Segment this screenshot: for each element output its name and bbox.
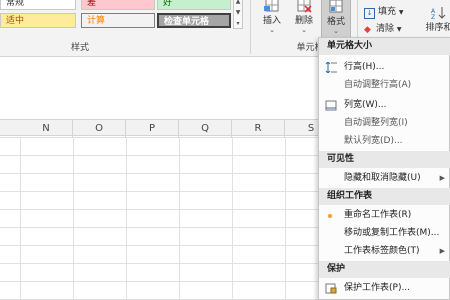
styles-gallery-scroll[interactable]: ▲ ▼ ▾ bbox=[233, 0, 243, 29]
menu-item-label: 移动或复制工作表(M)... bbox=[344, 228, 440, 238]
cell-style-calculation[interactable]: 计算 bbox=[81, 13, 155, 28]
row-height-icon bbox=[325, 62, 337, 73]
menu-section-visibility: 可见性 bbox=[319, 151, 450, 168]
menu-item-label: 工作表标签颜色(T) bbox=[344, 246, 420, 256]
menu-item-row-height[interactable]: 行高(H)... bbox=[319, 59, 450, 76]
cell-style-good[interactable]: 好 bbox=[157, 0, 231, 10]
menu-item-label: 自动调整列宽(I) bbox=[344, 118, 408, 128]
cell-style-neutral[interactable]: 适中 bbox=[0, 13, 76, 28]
clear-label: 清除 bbox=[376, 24, 395, 34]
protect-sheet-icon bbox=[325, 283, 337, 294]
format-dropdown-menu: 单元格大小 行高(H)... 自动调整行高(A) 列宽(W)... 自动调整列宽… bbox=[318, 37, 450, 300]
column-header-r[interactable]: R bbox=[232, 120, 285, 137]
insert-label: 插入 bbox=[262, 16, 281, 26]
menu-section-protection: 保护 bbox=[319, 261, 450, 278]
clear-button[interactable]: ◆ 清除 ▼ bbox=[364, 21, 414, 35]
menu-item-label: 隐藏和取消隐藏(U) bbox=[344, 173, 421, 183]
insert-cells-icon bbox=[264, 0, 279, 12]
delete-cells-icon bbox=[297, 0, 312, 13]
menu-item-rename-sheet[interactable]: 重命名工作表(R) bbox=[319, 207, 450, 224]
column-header-n[interactable]: N bbox=[20, 120, 73, 137]
styles-group-label: 样式 bbox=[70, 43, 89, 53]
menu-item-label: 保护工作表(P)... bbox=[344, 283, 411, 293]
insert-button[interactable]: 插入 ⌄ bbox=[258, 0, 286, 43]
submenu-arrow-icon: ▶ bbox=[439, 174, 445, 182]
chevron-down-icon: ⌄ bbox=[301, 26, 307, 34]
fill-button[interactable]: ↓ 填充 ▼ bbox=[364, 4, 414, 19]
column-width-icon bbox=[325, 100, 337, 111]
menu-item-label: 行高(H)... bbox=[344, 62, 385, 72]
sort-filter-button[interactable]: A Z 排序和 bbox=[424, 6, 450, 36]
fill-down-icon: ↓ bbox=[364, 8, 375, 19]
cell-style-check-cell[interactable]: 检查单元格 bbox=[157, 13, 231, 28]
format-cells-icon bbox=[329, 0, 343, 13]
fill-label: 填充 bbox=[378, 7, 397, 17]
cell-style-normal[interactable]: 常规 bbox=[0, 0, 76, 10]
chevron-down-icon: ▼ bbox=[396, 26, 402, 33]
menu-section-cell-size: 单元格大小 bbox=[319, 38, 450, 55]
menu-item-label: 自动调整行高(A) bbox=[344, 80, 412, 90]
more-styles-icon[interactable]: ▾ bbox=[234, 18, 242, 29]
menu-item-column-width[interactable]: 列宽(W)... bbox=[319, 97, 450, 114]
menu-item-label: 列宽(W)... bbox=[344, 100, 387, 110]
scroll-down-icon[interactable]: ▼ bbox=[234, 7, 242, 18]
menu-item-default-width[interactable]: 默认列宽(D)... bbox=[319, 133, 450, 150]
menu-item-label: 默认列宽(D)... bbox=[344, 136, 403, 146]
menu-item-tab-color[interactable]: 工作表标签颜色(T) ▶ bbox=[319, 243, 450, 260]
scroll-up-icon[interactable]: ▲ bbox=[234, 0, 242, 7]
format-label: 格式 bbox=[326, 17, 345, 27]
menu-item-autofit-column-width[interactable]: 自动调整列宽(I) bbox=[319, 115, 450, 132]
delete-label: 删除 bbox=[294, 16, 313, 26]
submenu-arrow-icon: ▶ bbox=[439, 247, 445, 255]
eraser-icon: ◆ bbox=[364, 25, 371, 35]
svg-text:Z: Z bbox=[431, 14, 435, 20]
column-header-q[interactable]: Q bbox=[179, 120, 232, 137]
menu-item-protect-sheet[interactable]: 保护工作表(P)... bbox=[319, 280, 450, 297]
cell-style-bad[interactable]: 差 bbox=[81, 0, 155, 10]
chevron-down-icon: ⌄ bbox=[269, 26, 275, 34]
menu-item-autofit-row-height[interactable]: 自动调整行高(A) bbox=[319, 77, 450, 94]
sort-label: 排序和 bbox=[425, 23, 450, 33]
menu-item-label: 重命名工作表(R) bbox=[344, 210, 412, 220]
bullet-icon bbox=[328, 214, 332, 218]
delete-button[interactable]: 删除 ⌄ bbox=[290, 0, 318, 43]
chevron-down-icon: ⌄ bbox=[333, 27, 339, 35]
menu-item-hide-unhide[interactable]: 隐藏和取消隐藏(U) ▶ bbox=[319, 170, 450, 187]
column-header-p[interactable]: P bbox=[126, 120, 179, 137]
chevron-down-icon: ▼ bbox=[398, 9, 404, 16]
group-divider bbox=[250, 0, 251, 54]
sort-icon: A Z bbox=[431, 7, 446, 20]
column-header-o[interactable]: O bbox=[73, 120, 126, 137]
menu-section-organize-sheets: 组织工作表 bbox=[319, 188, 450, 205]
menu-item-move-copy-sheet[interactable]: 移动或复制工作表(M)... bbox=[319, 225, 450, 242]
